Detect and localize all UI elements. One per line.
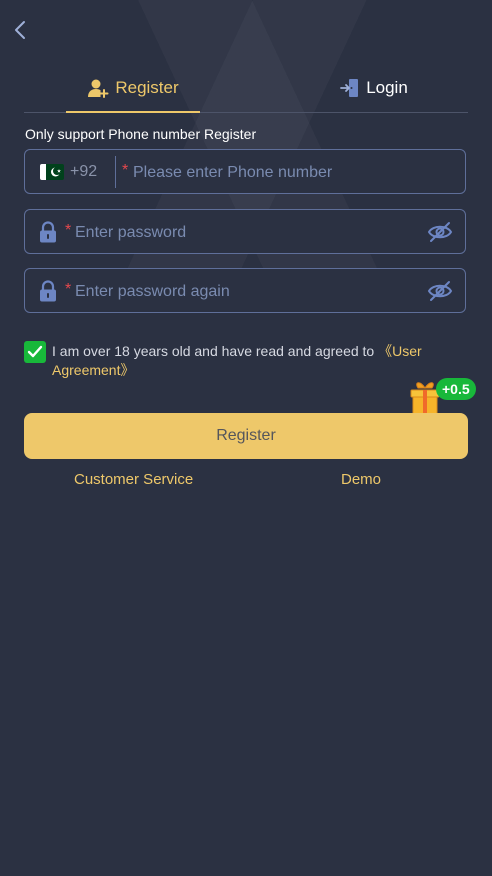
country-code[interactable]: +92	[70, 163, 97, 181]
phone-register-hint: Only support Phone number Register	[25, 126, 257, 142]
password-field[interactable]: *	[24, 209, 466, 255]
demo-link[interactable]: Demo	[341, 471, 381, 488]
lock-icon	[40, 221, 56, 243]
eye-off-icon[interactable]	[427, 221, 453, 243]
password-input[interactable]	[73, 210, 427, 255]
lock-icon	[40, 280, 56, 302]
required-mark: *	[65, 281, 72, 298]
tab-register-label: Register	[115, 78, 179, 97]
tab-login-label: Login	[366, 78, 408, 97]
active-tab-indicator	[66, 111, 200, 113]
phone-field-divider	[115, 156, 116, 188]
tab-login[interactable]: Login	[314, 64, 434, 112]
agreement-text: I am over 18 years old and have read and…	[52, 342, 464, 380]
customer-service-link[interactable]: Customer Service	[74, 471, 193, 488]
chevron-left-icon	[15, 21, 25, 39]
bonus-gift: +0.5	[408, 378, 478, 416]
user-plus-icon	[88, 79, 109, 98]
password-again-input[interactable]	[73, 269, 427, 314]
check-icon	[27, 345, 43, 358]
door-login-icon	[340, 79, 359, 97]
password-again-field[interactable]: *	[24, 268, 466, 314]
back-button[interactable]	[8, 16, 32, 44]
tab-register[interactable]: Register	[66, 64, 200, 112]
required-mark: *	[65, 222, 72, 239]
bonus-badge: +0.5	[436, 378, 476, 400]
register-button[interactable]: Register	[24, 413, 468, 459]
auth-tabs: Register Login	[24, 64, 468, 113]
agreement-statement: I am over 18 years old and have read and…	[52, 343, 379, 359]
required-mark: *	[122, 162, 129, 179]
phone-input[interactable]	[131, 150, 455, 195]
eye-off-icon[interactable]	[427, 280, 453, 302]
agreement-checkbox[interactable]	[24, 341, 46, 363]
pakistan-flag-icon	[40, 164, 64, 180]
phone-field[interactable]: +92 *	[24, 149, 466, 195]
